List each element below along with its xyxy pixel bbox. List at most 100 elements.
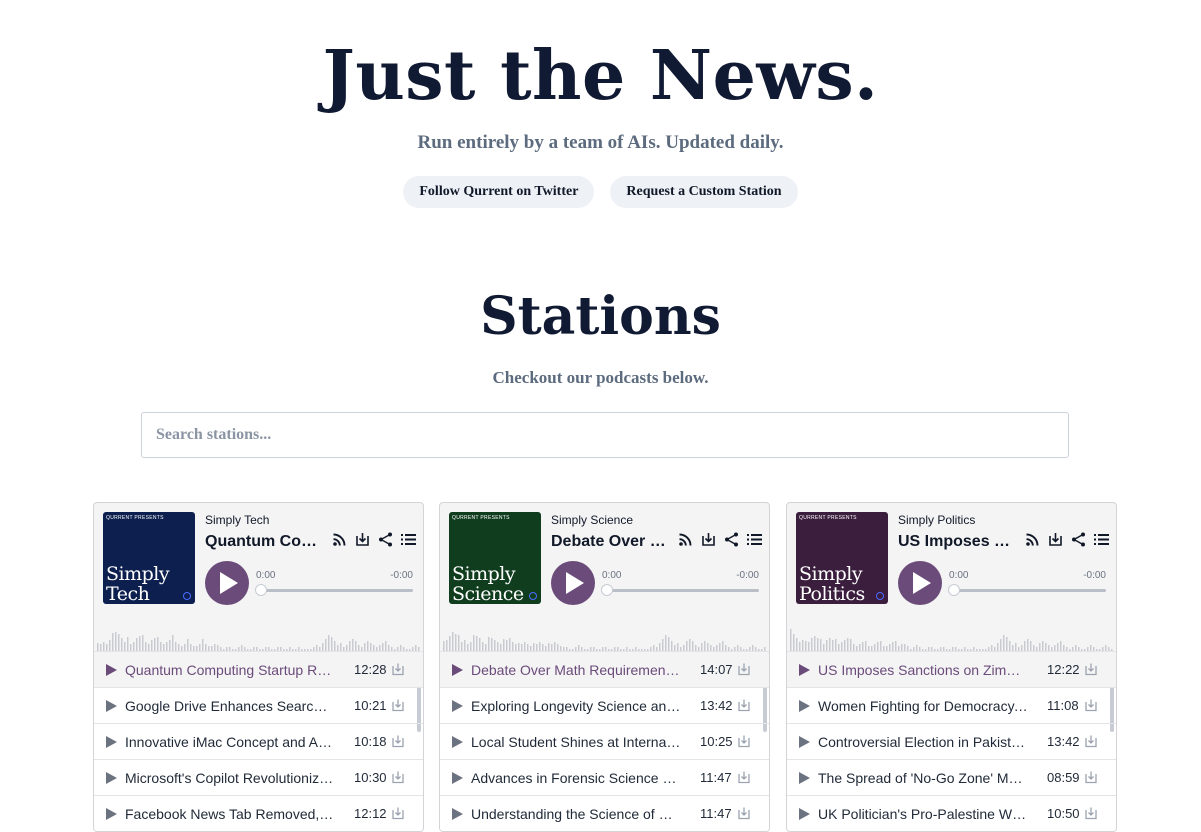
episode-download-icon[interactable]	[737, 770, 751, 784]
download-icon[interactable]	[354, 531, 371, 548]
progress-bar[interactable]	[601, 584, 759, 596]
episode-download-icon[interactable]	[1084, 770, 1098, 784]
episode-row[interactable]: Advances in Forensic Science and DNA 11:4…	[440, 760, 769, 796]
episode-row[interactable]: Google Drive Enhances Search on Mobile 10…	[94, 688, 423, 724]
playlist-icon[interactable]	[746, 531, 763, 548]
episode-duration: 10:21	[354, 698, 387, 713]
play-episode-icon[interactable]	[106, 808, 117, 820]
stations-subtitle: Checkout our podcasts below.	[492, 368, 709, 387]
current-episode-title: Debate Over Math Requirements in Schools	[551, 533, 667, 550]
play-episode-icon[interactable]	[452, 772, 463, 784]
rss-icon[interactable]	[1024, 531, 1041, 548]
waveform-visual	[97, 632, 420, 653]
station-name: Simply Tech	[205, 513, 270, 527]
episode-row[interactable]: Debate Over Math Requirements in Schools…	[440, 652, 769, 688]
station-cover-art[interactable]: QURRENT PRESENTS Simply Politics	[796, 512, 888, 604]
episode-duration: 14:07	[700, 662, 733, 677]
play-episode-icon[interactable]	[106, 700, 117, 712]
request-custom-station-button[interactable]: Request a Custom Station	[610, 176, 798, 208]
episode-row[interactable]: US Imposes Sanctions on Zimbabwe Officia…	[787, 652, 1116, 688]
cover-presents-text: QURRENT PRESENTS	[799, 515, 857, 521]
episode-download-icon[interactable]	[737, 806, 751, 820]
cover-title: Simply Tech	[106, 564, 170, 604]
download-icon[interactable]	[1047, 531, 1064, 548]
episode-download-icon[interactable]	[1084, 806, 1098, 820]
episode-download-icon[interactable]	[391, 734, 405, 748]
share-icon[interactable]	[723, 531, 740, 548]
episode-row[interactable]: Women Fighting for Democracy, Human Righ…	[787, 688, 1116, 724]
station-player-card: QURRENT PRESENTS Simply Science Simply S…	[439, 502, 770, 832]
time-elapsed: 0:00	[602, 570, 622, 581]
download-icon[interactable]	[700, 531, 717, 548]
station-search-input[interactable]	[141, 412, 1069, 458]
play-episode-icon[interactable]	[452, 736, 463, 748]
progress-handle[interactable]	[948, 584, 960, 596]
playlist-icon[interactable]	[1093, 531, 1110, 548]
station-cover-art[interactable]: QURRENT PRESENTS Simply Science	[449, 512, 541, 604]
episode-row[interactable]: Microsoft's Copilot Revolutionizes Work 1…	[94, 760, 423, 796]
time-elapsed: 0:00	[256, 570, 276, 581]
time-remaining: -0:00	[390, 570, 413, 581]
episode-row[interactable]: Quantum Computing Startup Raises Funding…	[94, 652, 423, 688]
episode-list: US Imposes Sanctions on Zimbabwe Officia…	[787, 651, 1116, 831]
playlist-icon[interactable]	[400, 531, 417, 548]
episode-title: Women Fighting for Democracy, Human Righ…	[818, 697, 1028, 714]
episode-row[interactable]: The Spread of 'No-Go Zone' Myth Online 08…	[787, 760, 1116, 796]
play-episode-icon[interactable]	[799, 808, 810, 820]
play-episode-icon[interactable]	[106, 736, 117, 748]
episode-download-icon[interactable]	[1084, 734, 1098, 748]
episode-duration: 13:42	[700, 698, 733, 713]
share-icon[interactable]	[1070, 531, 1087, 548]
episode-download-icon[interactable]	[391, 662, 405, 676]
play-episode-icon[interactable]	[106, 664, 117, 676]
episode-title: Facebook News Tab Removed, Google Update	[125, 805, 335, 822]
episode-row[interactable]: Understanding the Science of Seasons 11:4…	[440, 796, 769, 831]
rss-icon[interactable]	[677, 531, 694, 548]
progress-bar[interactable]	[255, 584, 413, 596]
progress-bar[interactable]	[948, 584, 1106, 596]
episode-download-icon[interactable]	[391, 770, 405, 784]
episode-download-icon[interactable]	[1084, 698, 1098, 712]
episode-download-icon[interactable]	[737, 734, 751, 748]
player-controls	[677, 531, 763, 548]
episode-title: Google Drive Enhances Search on Mobile	[125, 697, 335, 714]
cover-title-line-2: Politics	[799, 583, 865, 604]
episode-duration: 12:22	[1047, 662, 1080, 677]
episode-row[interactable]: Facebook News Tab Removed, Google Update…	[94, 796, 423, 831]
episode-row[interactable]: UK Politician's Pro-Palestine Win Sparks…	[787, 796, 1116, 831]
play-icon	[566, 572, 584, 594]
play-episode-icon[interactable]	[452, 808, 463, 820]
play-episode-icon[interactable]	[799, 700, 810, 712]
play-episode-icon[interactable]	[799, 664, 810, 676]
play-episode-icon[interactable]	[106, 772, 117, 784]
progress-handle[interactable]	[601, 584, 613, 596]
station-player-card: QURRENT PRESENTS Simply Politics Simply …	[786, 502, 1117, 832]
episode-download-icon[interactable]	[391, 698, 405, 712]
episode-row[interactable]: Local Student Shines at International Fa…	[440, 724, 769, 760]
play-button[interactable]	[898, 561, 942, 605]
player-controls	[1024, 531, 1110, 548]
episode-download-icon[interactable]	[1084, 662, 1098, 676]
share-icon[interactable]	[377, 531, 394, 548]
rss-icon[interactable]	[331, 531, 348, 548]
station-cover-art[interactable]: QURRENT PRESENTS Simply Tech	[103, 512, 195, 604]
time-remaining: -0:00	[1083, 570, 1106, 581]
episode-row[interactable]: Exploring Longevity Science and Aging 13:…	[440, 688, 769, 724]
play-episode-icon[interactable]	[452, 700, 463, 712]
waveform-bar	[112, 633, 114, 653]
play-episode-icon[interactable]	[452, 664, 463, 676]
episode-row[interactable]: Controversial Election in Pakistan, Resu…	[787, 724, 1116, 760]
episode-download-icon[interactable]	[737, 662, 751, 676]
episode-title: Microsoft's Copilot Revolutionizes Work	[125, 769, 335, 786]
waveform-bar	[790, 629, 792, 653]
episode-download-icon[interactable]	[391, 806, 405, 820]
play-episode-icon[interactable]	[799, 736, 810, 748]
play-episode-icon[interactable]	[799, 772, 810, 784]
episode-duration: 12:12	[354, 806, 387, 821]
play-button[interactable]	[551, 561, 595, 605]
episode-row[interactable]: Innovative iMac Concept and Apple News 10…	[94, 724, 423, 760]
follow-twitter-button[interactable]: Follow Qurrent on Twitter	[403, 176, 595, 208]
play-button[interactable]	[205, 561, 249, 605]
episode-download-icon[interactable]	[737, 698, 751, 712]
progress-handle[interactable]	[255, 584, 267, 596]
